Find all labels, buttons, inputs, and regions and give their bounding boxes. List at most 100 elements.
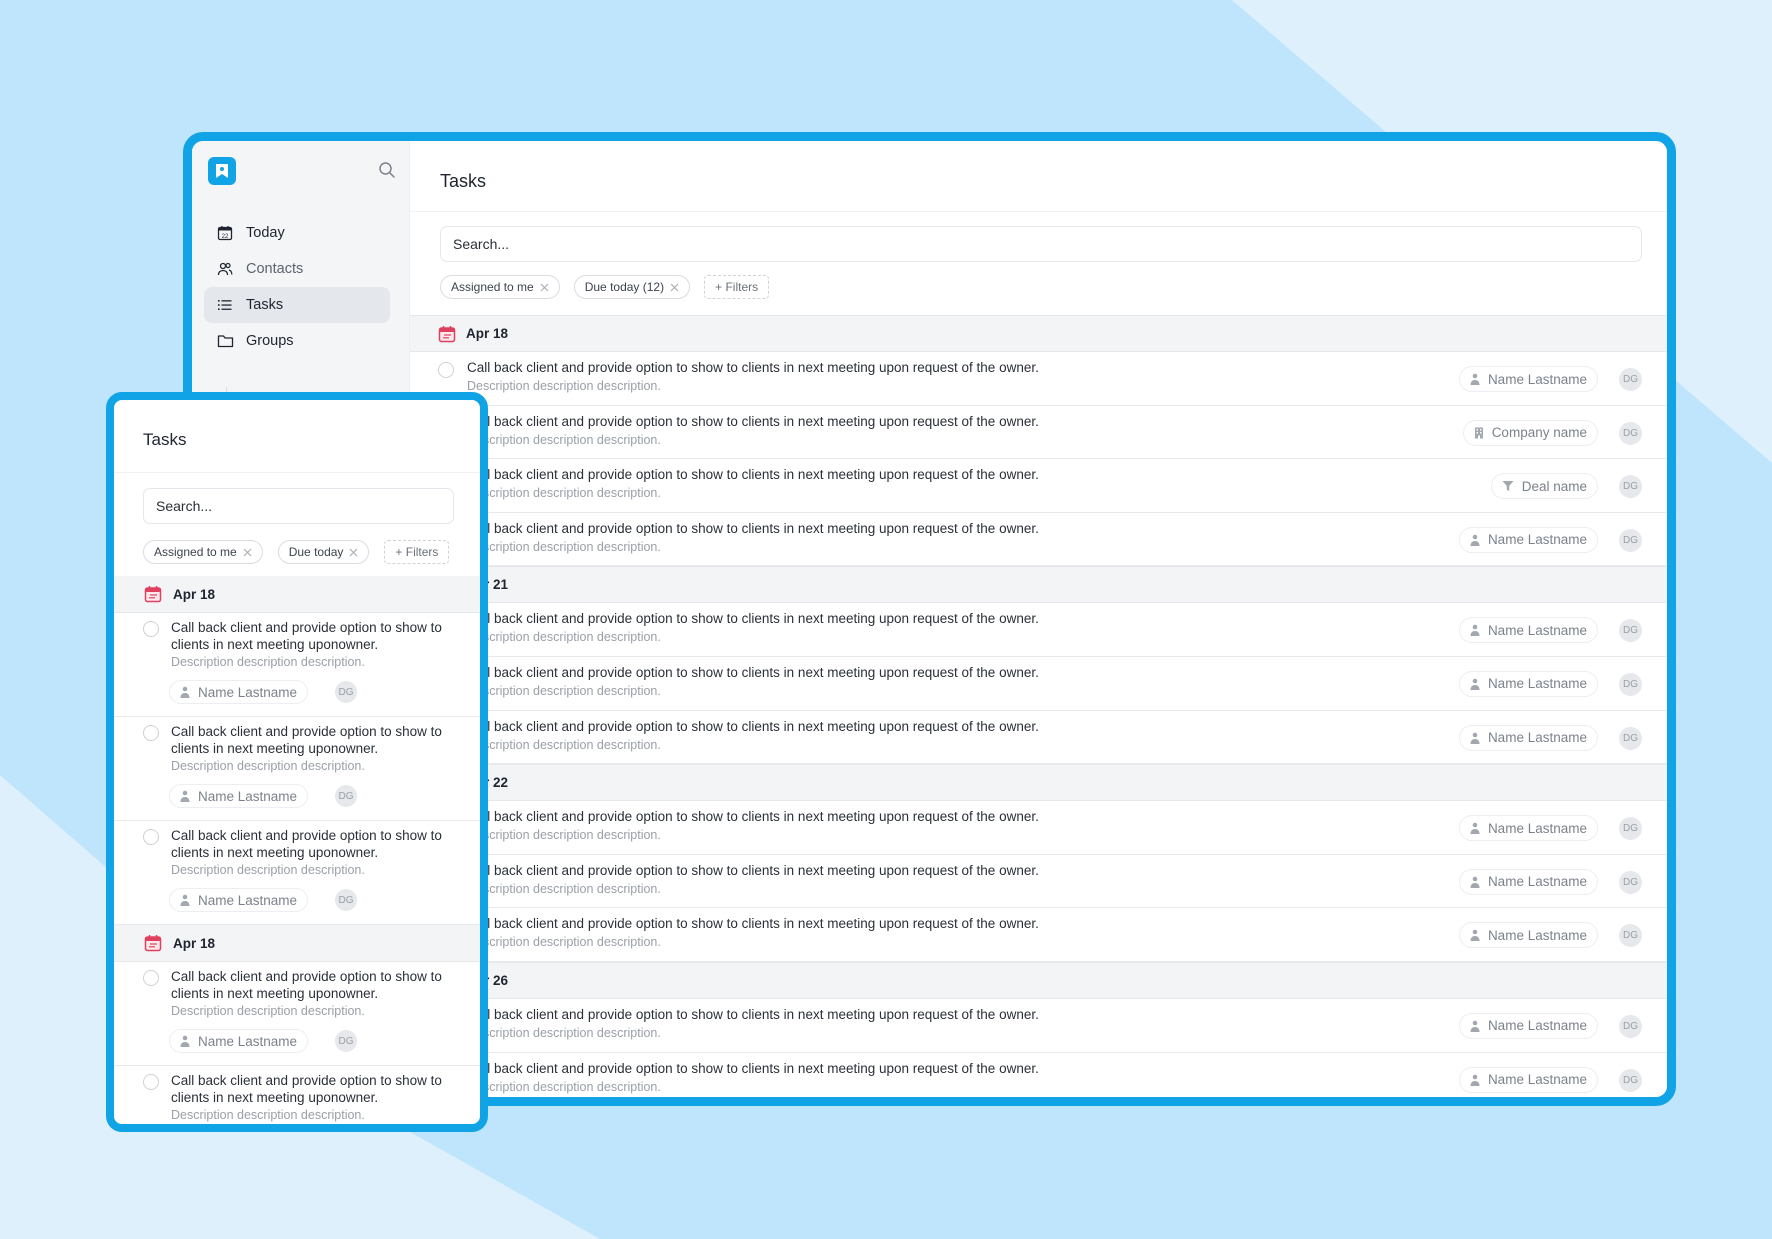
calendar-icon (144, 935, 162, 952)
related-entity-tag[interactable]: Name Lastname (1458, 1012, 1598, 1039)
task-checkbox[interactable] (143, 725, 159, 741)
assignee-avatar[interactable]: DG (1619, 1014, 1642, 1038)
calendar-icon (144, 934, 162, 952)
assignee-avatar[interactable]: DG (1619, 619, 1642, 643)
building-icon (1474, 427, 1484, 439)
filter-chip-label: Due today (12) (584, 280, 665, 294)
related-entity-tag[interactable]: Name Lastname (1458, 724, 1598, 751)
app-logo[interactable] (208, 157, 236, 185)
filter-chip[interactable]: Due today (277, 540, 370, 564)
search-icon[interactable] (378, 161, 396, 184)
task-row[interactable]: Call back client and provide option to s… (410, 512, 1667, 567)
related-entity-tag[interactable]: Name Lastname (1458, 922, 1598, 949)
assignee-avatar[interactable]: DG (1619, 924, 1642, 948)
sidebar-item-groups[interactable]: Groups (204, 323, 390, 359)
task-row[interactable]: Call back client and provide option to s… (410, 656, 1667, 711)
assignee-avatar[interactable]: DG (335, 889, 357, 911)
task-row[interactable]: Call back client and provide option to s… (410, 405, 1667, 460)
tag-label: Deal name (1521, 478, 1587, 494)
related-entity-tag[interactable]: Name Lastname (1458, 617, 1598, 644)
calendar-icon (438, 325, 456, 343)
add-filter-button[interactable]: + Filters (384, 540, 450, 564)
assignee-avatar[interactable]: DG (1619, 672, 1642, 696)
related-entity-tag[interactable]: Name Lastname (169, 1029, 309, 1053)
sidebar-item-label: Today (246, 225, 285, 241)
add-filter-button[interactable]: + Filters (704, 275, 770, 299)
close-icon[interactable] (670, 280, 679, 295)
task-list: Apr 18 Call back client and provide optio… (114, 576, 480, 1124)
close-icon[interactable] (540, 280, 549, 295)
tag-label: Name Lastname (1487, 820, 1587, 836)
filter-chip[interactable]: Assigned to me (440, 275, 560, 299)
filter-chip-label: Assigned to me (451, 280, 534, 294)
tag-label: Name Lastname (1487, 371, 1587, 387)
main-content: Tasks Search... Assigned to me Due today … (410, 141, 1667, 1097)
related-entity-tag[interactable]: Name Lastname (1458, 868, 1598, 895)
divider (410, 211, 1667, 212)
date-group-header: Apr 26 (410, 961, 1667, 999)
assignee-avatar[interactable]: DG (335, 785, 357, 807)
assignee-avatar[interactable]: DG (1619, 475, 1642, 499)
task-title: Call back client and provide option to s… (467, 862, 1039, 878)
filter-chips: Assigned to me Due today (12) + Filters (440, 275, 770, 299)
task-title: Call back client and provide option to s… (171, 620, 442, 652)
person-icon (180, 686, 190, 698)
task-row[interactable]: Call back client and provide option to s… (410, 854, 1667, 909)
task-row[interactable]: Call back client and provide option to s… (410, 801, 1667, 855)
tag-label: Name Lastname (1487, 1018, 1587, 1034)
related-entity-tag[interactable]: Name Lastname (1458, 670, 1598, 697)
assignee-avatar[interactable]: DG (335, 1030, 357, 1052)
related-entity-tag[interactable]: Company name (1462, 419, 1598, 446)
related-entity-tag[interactable]: Name Lastname (169, 680, 309, 704)
assignee-avatar[interactable]: DG (335, 681, 357, 703)
related-entity-tag[interactable]: Name Lastname (1458, 366, 1598, 392)
related-entity-tag[interactable]: Name Lastname (1458, 1066, 1598, 1093)
task-row[interactable]: Call back client and provide option to s… (114, 717, 480, 821)
assignee-avatar[interactable]: DG (1619, 817, 1642, 841)
search-input[interactable]: Search... (440, 226, 1642, 262)
task-row[interactable]: Call back client and provide option to s… (410, 352, 1667, 406)
group-date: Apr 18 (466, 326, 509, 341)
assignee-avatar[interactable]: DG (1619, 870, 1642, 894)
close-icon[interactable] (243, 545, 252, 560)
task-row[interactable]: Call back client and provide option to s… (410, 998, 1667, 1053)
sidebar-item-label: Tasks (246, 297, 284, 313)
close-icon[interactable] (349, 545, 358, 560)
task-row[interactable]: Call back client and provide option to s… (410, 908, 1667, 962)
task-row[interactable]: Call back client and provide option to s… (410, 1052, 1667, 1097)
filter-chip-label: Due today (288, 545, 344, 559)
assignee-avatar[interactable]: DG (1619, 421, 1642, 445)
task-title: Call back client and provide option to s… (467, 809, 1039, 825)
assignee-avatar[interactable]: DG (1619, 726, 1642, 750)
assignee-avatar[interactable]: DG (1619, 368, 1642, 391)
task-description: Description description description. (467, 935, 661, 950)
folder-icon (216, 332, 234, 350)
task-checkbox[interactable] (143, 621, 159, 637)
task-row[interactable]: Call back client and provide option to s… (114, 613, 480, 717)
related-entity-tag[interactable]: Deal name (1490, 473, 1598, 500)
search-input[interactable]: Search... (143, 488, 454, 524)
related-entity-tag[interactable]: Name Lastname (1458, 526, 1598, 553)
task-row[interactable]: Call back client and provide option to s… (410, 710, 1667, 765)
filter-chip[interactable]: Due today (12) (573, 275, 691, 299)
task-checkbox[interactable] (143, 829, 159, 845)
sidebar-item-today[interactable]: 22 Today (204, 215, 390, 251)
task-row[interactable]: Call back client and provide option to s… (410, 603, 1667, 657)
related-entity-tag[interactable]: Name Lastname (169, 784, 309, 808)
person-icon (1470, 678, 1480, 690)
task-checkbox[interactable] (143, 1074, 159, 1090)
sidebar-item-tasks[interactable]: Tasks (204, 287, 390, 323)
related-entity-tag[interactable]: Name Lastname (1458, 815, 1598, 842)
related-entity-tag[interactable]: Name Lastname (169, 888, 309, 912)
task-checkbox[interactable] (438, 362, 454, 378)
filter-chip[interactable]: Assigned to me (143, 540, 263, 564)
task-row[interactable]: Call back client and provide option to s… (410, 459, 1667, 513)
task-checkbox[interactable] (143, 970, 159, 986)
task-description: Description description description. (171, 863, 365, 877)
assignee-avatar[interactable]: DG (1619, 528, 1642, 552)
task-row[interactable]: Call back client and provide option to s… (114, 962, 480, 1066)
task-row[interactable]: Call back client and provide option to s… (114, 1066, 480, 1124)
sidebar-item-contacts[interactable]: Contacts (204, 251, 390, 287)
task-row[interactable]: Call back client and provide option to s… (114, 821, 480, 925)
assignee-avatar[interactable]: DG (1619, 1068, 1642, 1092)
